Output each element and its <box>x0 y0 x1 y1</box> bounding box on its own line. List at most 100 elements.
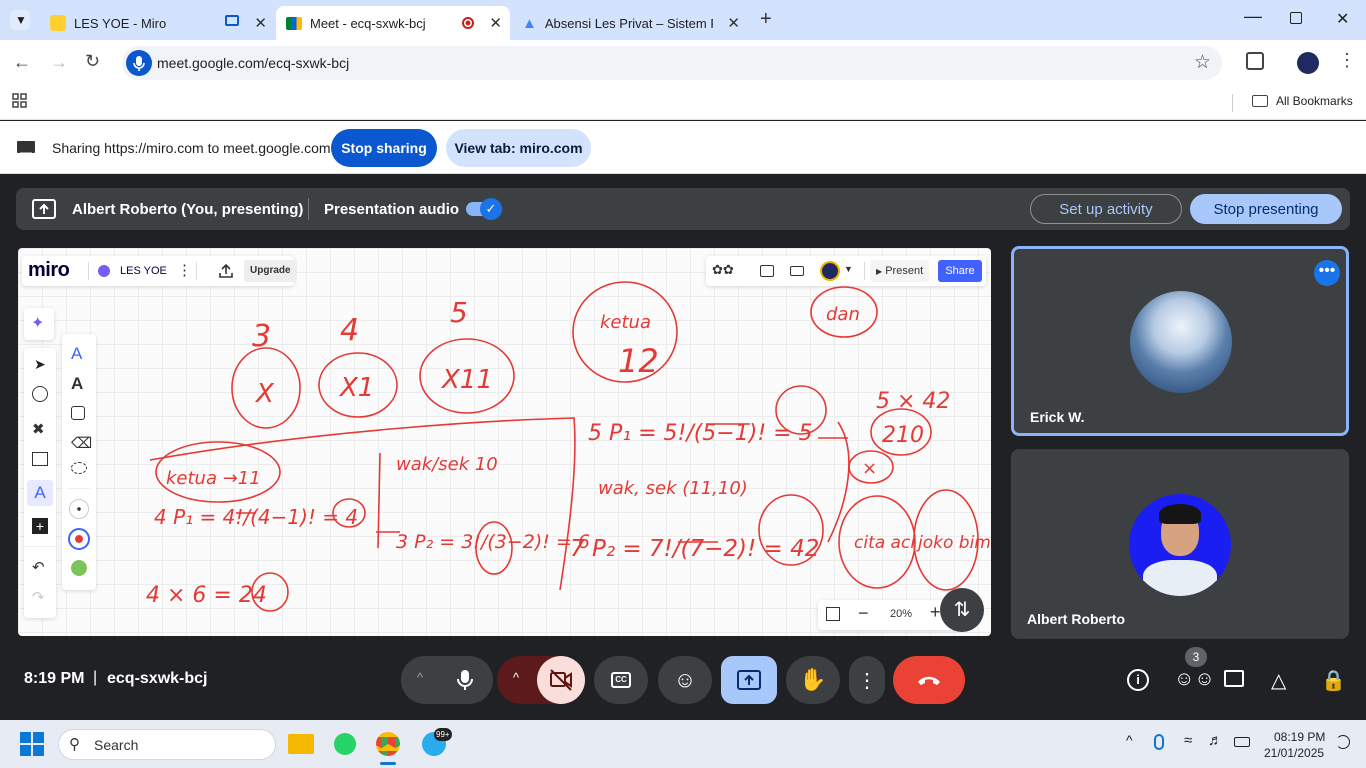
chrome-menu-icon[interactable]: ⋮ <box>1338 50 1356 71</box>
presenter-name: Albert Roberto (You, presenting) <box>72 201 304 218</box>
close-tab-icon[interactable]: ✕ <box>254 14 267 32</box>
address-bar[interactable]: meet.google.com/ecq-sxwk-bcj ☆ <box>122 46 1222 80</box>
windows-start-icon[interactable] <box>20 732 44 756</box>
set-up-activity-button[interactable]: Set up activity <box>1030 194 1182 224</box>
reload-icon[interactable]: ↻ <box>85 51 100 72</box>
fit-to-screen-icon[interactable] <box>826 607 840 621</box>
zoom-controls: − 20% + <box>818 600 958 630</box>
mic-control-group: ^ <box>401 656 493 704</box>
sites-favicon-icon: ▲ <box>522 14 537 32</box>
extensions-icon[interactable] <box>1246 52 1264 70</box>
microphone-icon[interactable] <box>455 669 475 691</box>
raise-hand-button[interactable]: ✋ <box>786 656 840 704</box>
tab-title: LES YOE - Miro <box>74 15 167 31</box>
wak-sek-10-label: wak/sek 10 <box>396 454 498 475</box>
whatsapp-icon[interactable] <box>334 733 356 755</box>
activities-icon[interactable]: △ <box>1271 668 1286 693</box>
present-screen-icon <box>737 670 761 690</box>
emoji-button[interactable]: ☺ <box>658 656 712 704</box>
present-screen-icon <box>32 199 56 219</box>
divider <box>308 198 309 220</box>
stop-presenting-button[interactable]: Stop presenting <box>1190 194 1342 224</box>
presentation-audio-toggle[interactable]: ✓ <box>466 198 502 220</box>
wifi-icon[interactable]: ≈ <box>1184 732 1192 749</box>
minimize-icon[interactable]: — <box>1244 6 1262 27</box>
close-tab-icon[interactable]: ✕ <box>489 14 502 32</box>
whiteboard-drawing: 3 4 5 X X1 X11 ketua 12 dan ketua →11 4 … <box>146 281 991 612</box>
meeting-time: 8:19 PM <box>24 670 85 687</box>
chevron-up-icon[interactable]: ^ <box>1126 732 1133 748</box>
clock-date[interactable]: 21/01/2025 <box>1264 746 1324 760</box>
participant-name: Albert Roberto <box>1027 611 1125 627</box>
people-icon[interactable]: ☺☺ <box>1174 668 1215 691</box>
participant-avatar <box>1129 494 1231 596</box>
twelve-label: 12 <box>618 342 659 380</box>
miro-board[interactable]: miro LES YOE ⋮ Upgrade ✿✿ ▼ ▶ Present Sh… <box>18 248 991 636</box>
host-controls-icon[interactable]: 🔒 <box>1321 668 1346 693</box>
col-header-3: 3 <box>252 319 271 354</box>
presentation-audio-label: Presentation audio <box>324 201 460 218</box>
meeting-code: ecq-sxwk-bcj <box>107 670 208 687</box>
close-tab-icon[interactable]: ✕ <box>727 14 740 32</box>
tab-absensi[interactable]: ▲ Absensi Les Privat – Sistem Rua ✕ <box>512 6 748 40</box>
end-call-icon <box>918 676 940 685</box>
windows-taskbar: ⚲ Search 99+ ^ ≈ ♬ 08:19 PM 21/01/2025 <box>0 720 1366 768</box>
zoom-level[interactable]: 20% <box>890 608 912 620</box>
more-options-icon[interactable]: ••• <box>1314 260 1340 286</box>
tab-title: Absensi Les Privat – Sistem Rua <box>544 15 713 31</box>
search-placeholder: Search <box>94 737 139 753</box>
present-now-button[interactable] <box>721 656 777 704</box>
notifications-icon[interactable] <box>1336 735 1350 749</box>
left-4p1-formula: 4 P₁ = 4!/(4−1)! = 4 <box>154 505 358 529</box>
tab-search-button[interactable]: ▼ <box>10 10 30 30</box>
mic-permission-icon[interactable] <box>126 50 152 76</box>
active-app-indicator <box>380 762 396 765</box>
tab-miro[interactable]: LES YOE - Miro ✕ <box>40 6 275 40</box>
volume-icon[interactable]: ♬ <box>1208 732 1223 749</box>
joko-bima-label: joko bima <box>916 533 991 553</box>
chevron-up-icon[interactable]: ^ <box>417 670 423 685</box>
back-icon[interactable]: ← <box>13 52 31 73</box>
battery-icon[interactable] <box>1234 737 1250 747</box>
all-bookmarks-link[interactable]: All Bookmarks <box>1276 94 1353 108</box>
right-7p2-formula: 7 P₂ = 7!/(7−2)! = 42 <box>570 536 819 562</box>
view-tab-button[interactable]: View tab: miro.com <box>446 129 591 167</box>
file-explorer-icon[interactable] <box>288 734 314 754</box>
ketua-11-label: ketua →11 <box>166 468 261 489</box>
bookmark-star-icon[interactable]: ☆ <box>1194 51 1211 74</box>
participant-tile-albert[interactable]: Albert Roberto <box>1011 449 1349 639</box>
zoom-out-icon[interactable]: − <box>858 603 869 624</box>
search-icon: ⚲ <box>69 736 80 753</box>
participant-tile-erick[interactable]: ••• Erick W. <box>1011 246 1349 436</box>
chrome-icon[interactable] <box>376 732 400 756</box>
miro-favicon-icon <box>50 15 66 31</box>
more-options-button[interactable]: ⋮ <box>849 656 885 704</box>
tab-meet[interactable]: Meet - ecq-sxwk-bcj ✕ <box>276 6 510 40</box>
camera-off-button[interactable] <box>537 656 585 704</box>
meeting-separator: | <box>93 669 98 686</box>
swap-layout-icon[interactable]: ⇅ <box>940 588 984 632</box>
chevron-up-icon[interactable]: ^ <box>513 670 519 685</box>
col-x11: X11 <box>440 365 493 395</box>
leave-call-button[interactable] <box>893 656 965 704</box>
ketua-label: ketua <box>600 312 651 333</box>
bookmarks-bar: All Bookmarks <box>0 86 1366 120</box>
captions-button[interactable]: CC <box>594 656 648 704</box>
col-x1: X1 <box>338 373 374 403</box>
chat-icon[interactable] <box>1224 670 1244 687</box>
stop-sharing-button[interactable]: Stop sharing <box>331 129 437 167</box>
meeting-info-icon[interactable]: i <box>1127 669 1149 691</box>
tab-title: Meet - ecq-sxwk-bcj <box>310 15 426 31</box>
profile-avatar[interactable] <box>1297 52 1319 74</box>
apps-grid-icon[interactable] <box>12 93 28 109</box>
taskbar-search-box[interactable]: ⚲ Search <box>58 729 276 760</box>
divider-stroke <box>377 452 381 549</box>
new-tab-icon[interactable]: + <box>760 8 772 31</box>
close-window-icon[interactable]: ✕ <box>1336 9 1349 29</box>
wak-sek-11-10-label: wak, sek (11,10) <box>598 478 748 499</box>
restore-icon[interactable] <box>1290 12 1302 24</box>
participant-count-badge: 3 <box>1185 647 1207 667</box>
clock-time[interactable]: 08:19 PM <box>1274 730 1325 744</box>
microphone-in-use-icon[interactable] <box>1154 734 1164 750</box>
zoom-in-icon[interactable]: + <box>930 602 941 623</box>
